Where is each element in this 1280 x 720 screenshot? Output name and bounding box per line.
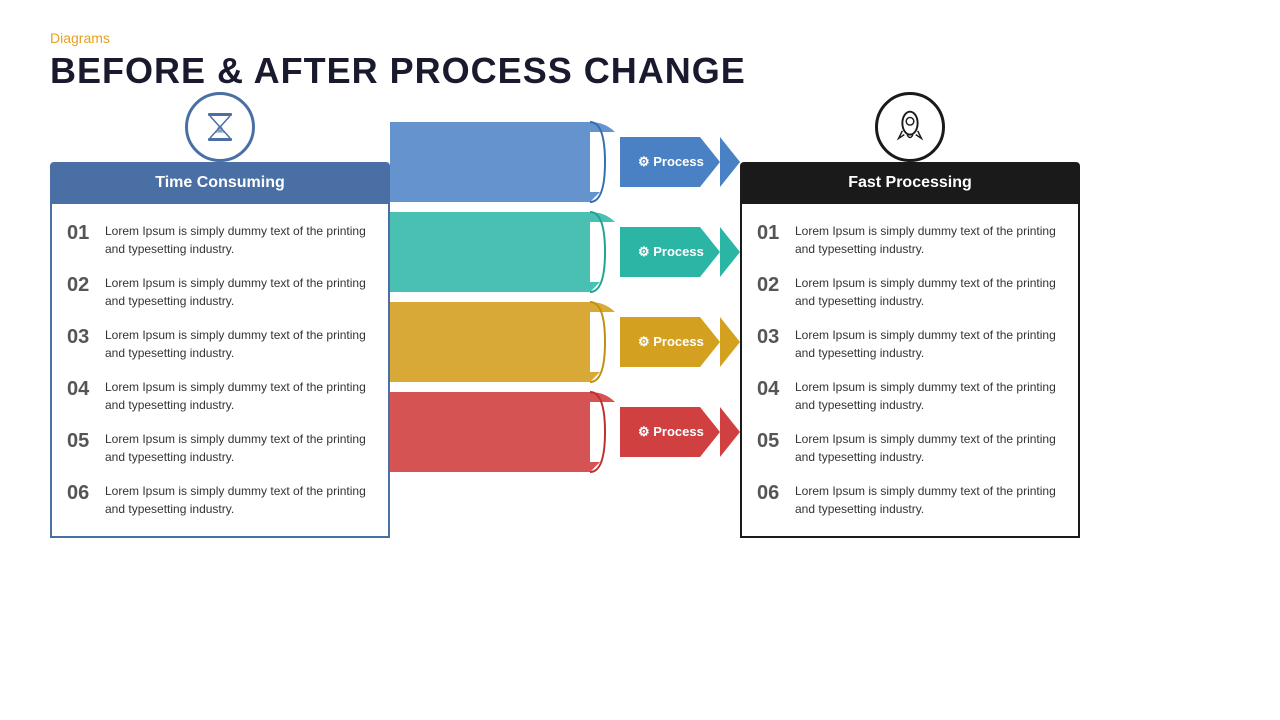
list-item: 02 Lorem Ipsum is simply dummy text of t… xyxy=(67,266,373,318)
right-panel-header: Fast Processing xyxy=(740,162,1080,204)
item-text: Lorem Ipsum is simply dummy text of the … xyxy=(105,482,373,518)
list-item: 03 Lorem Ipsum is simply dummy text of t… xyxy=(67,318,373,370)
rocket-icon-container xyxy=(875,92,945,162)
content-area: Time Consuming 01 Lorem Ipsum is simply … xyxy=(50,112,1230,538)
item-text: Lorem Ipsum is simply dummy text of the … xyxy=(105,430,373,466)
rocket-icon xyxy=(889,106,931,148)
list-item: 06 Lorem Ipsum is simply dummy text of t… xyxy=(757,474,1063,526)
item-text: Lorem Ipsum is simply dummy text of the … xyxy=(105,222,373,258)
list-item: 06 Lorem Ipsum is simply dummy text of t… xyxy=(67,474,373,526)
left-panel-header: Time Consuming xyxy=(50,162,390,204)
list-item: 05 Lorem Ipsum is simply dummy text of t… xyxy=(757,422,1063,474)
left-panel: Time Consuming 01 Lorem Ipsum is simply … xyxy=(50,162,390,538)
item-number: 04 xyxy=(67,378,95,401)
item-number: 02 xyxy=(757,274,785,297)
item-number: 04 xyxy=(757,378,785,401)
item-number: 03 xyxy=(67,326,95,349)
list-item: 03 Lorem Ipsum is simply dummy text of t… xyxy=(757,318,1063,370)
item-number: 06 xyxy=(757,482,785,505)
page-wrapper: Diagrams BEFORE & AFTER PROCESS CHANGE T… xyxy=(0,0,1280,720)
item-text: Lorem Ipsum is simply dummy text of the … xyxy=(795,222,1063,258)
list-item: 04 Lorem Ipsum is simply dummy text of t… xyxy=(67,370,373,422)
left-panel-body: 01 Lorem Ipsum is simply dummy text of t… xyxy=(50,204,390,538)
list-item: 01 Lorem Ipsum is simply dummy text of t… xyxy=(67,214,373,266)
page-title: BEFORE & AFTER PROCESS CHANGE xyxy=(50,50,1230,92)
item-number: 01 xyxy=(757,222,785,245)
hourglass-icon xyxy=(200,107,240,147)
item-number: 05 xyxy=(757,430,785,453)
svg-text:⚙ Process: ⚙ Process xyxy=(638,424,704,439)
item-text: Lorem Ipsum is simply dummy text of the … xyxy=(105,326,373,362)
item-text: Lorem Ipsum is simply dummy text of the … xyxy=(795,378,1063,414)
svg-text:⚙ Process: ⚙ Process xyxy=(638,334,704,349)
item-text: Lorem Ipsum is simply dummy text of the … xyxy=(795,430,1063,466)
item-text: Lorem Ipsum is simply dummy text of the … xyxy=(795,326,1063,362)
list-item: 05 Lorem Ipsum is simply dummy text of t… xyxy=(67,422,373,474)
list-item: 04 Lorem Ipsum is simply dummy text of t… xyxy=(757,370,1063,422)
header-category: Diagrams xyxy=(50,30,1230,46)
item-number: 05 xyxy=(67,430,95,453)
item-number: 02 xyxy=(67,274,95,297)
middle-flow: ⚙ Process ⚙ Process ⚙ Process xyxy=(390,112,740,517)
item-number: 06 xyxy=(67,482,95,505)
right-panel: Fast Processing 01 Lorem Ipsum is simply… xyxy=(740,162,1080,538)
item-text: Lorem Ipsum is simply dummy text of the … xyxy=(795,274,1063,310)
item-number: 03 xyxy=(757,326,785,349)
item-text: Lorem Ipsum is simply dummy text of the … xyxy=(105,274,373,310)
item-text: Lorem Ipsum is simply dummy text of the … xyxy=(105,378,373,414)
svg-text:⚙ Process: ⚙ Process xyxy=(638,244,704,259)
hourglass-icon-container xyxy=(185,92,255,162)
right-panel-body: 01 Lorem Ipsum is simply dummy text of t… xyxy=(740,204,1080,538)
list-item: 02 Lorem Ipsum is simply dummy text of t… xyxy=(757,266,1063,318)
item-number: 01 xyxy=(67,222,95,245)
item-text: Lorem Ipsum is simply dummy text of the … xyxy=(795,482,1063,518)
flow-diagram: ⚙ Process ⚙ Process ⚙ Process xyxy=(390,112,740,512)
list-item: 01 Lorem Ipsum is simply dummy text of t… xyxy=(757,214,1063,266)
svg-text:⚙ Process: ⚙ Process xyxy=(638,154,704,169)
